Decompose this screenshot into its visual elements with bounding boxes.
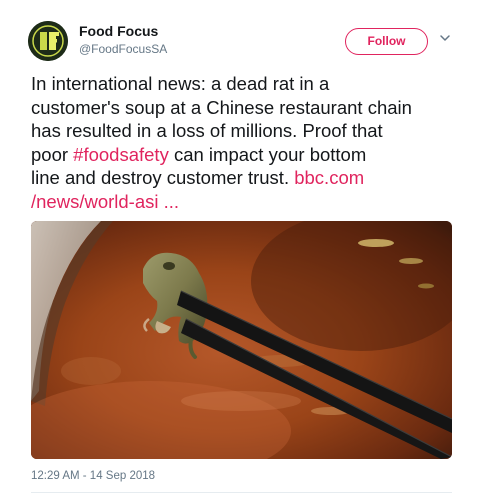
article-link[interactable]: bbc.com bbox=[294, 167, 364, 188]
tweet-card: Food Focus @FoodFocusSA Follow In intern… bbox=[0, 0, 480, 496]
article-link-continued[interactable]: /news/world-asi ... bbox=[31, 191, 179, 212]
author-handle[interactable]: @FoodFocusSA bbox=[79, 42, 167, 56]
tweet-text-line: customer's soup at a Chinese restaurant … bbox=[31, 96, 412, 118]
tweet-text: In international news: a dead rat in a c… bbox=[31, 72, 451, 213]
tweet-text-segment: line and destroy customer trust. bbox=[31, 167, 295, 188]
tweet-photo[interactable] bbox=[31, 221, 452, 459]
tweet-header: Food Focus @FoodFocusSA Follow bbox=[24, 18, 464, 66]
hashtag-link[interactable]: #foodsafety bbox=[73, 144, 169, 165]
food-focus-logo-icon bbox=[28, 21, 68, 61]
follow-button[interactable]: Follow bbox=[345, 28, 428, 55]
tweet-text-segment: can impact your bottom bbox=[168, 143, 367, 165]
divider bbox=[31, 492, 452, 493]
tweet-text-line: poor #foodsafety can impact your bottom bbox=[31, 143, 451, 167]
author-name[interactable]: Food Focus bbox=[79, 23, 158, 39]
tweet-text-line: has resulted in a loss of millions. Proo… bbox=[31, 120, 383, 141]
tweet-text-line: line and destroy customer trust. bbc.com bbox=[31, 166, 451, 190]
avatar[interactable] bbox=[28, 21, 68, 61]
tweet-text-line: In international news: a dead rat in a bbox=[31, 73, 330, 94]
chevron-down-icon[interactable] bbox=[438, 31, 452, 45]
tweet-timestamp[interactable]: 12:29 AM - 14 Sep 2018 bbox=[31, 470, 155, 482]
soup-photo-image bbox=[31, 221, 452, 459]
tweet-text-line: /news/world-asi ... bbox=[31, 190, 451, 214]
tweet-text-segment: poor bbox=[31, 143, 74, 165]
